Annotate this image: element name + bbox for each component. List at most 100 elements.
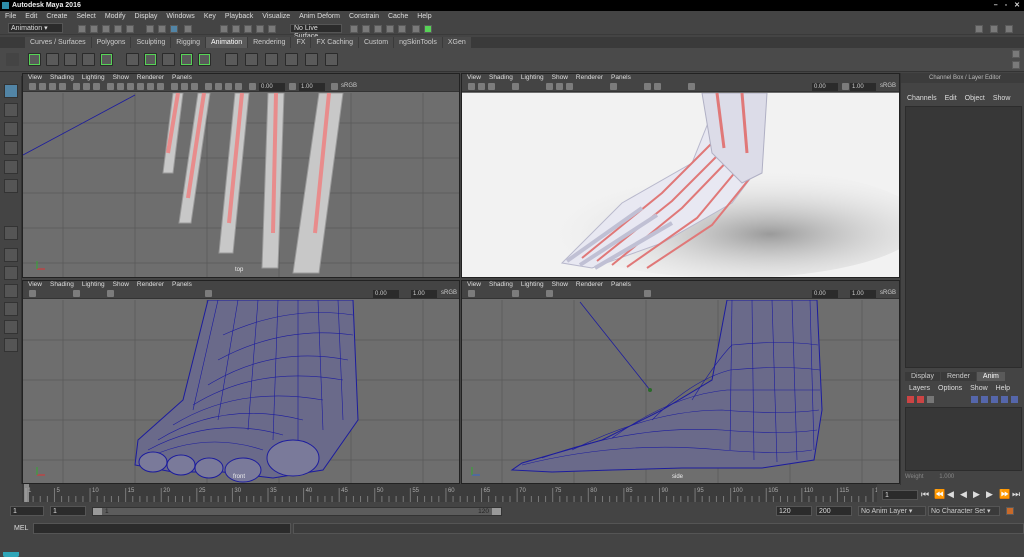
color-management-icon[interactable] — [331, 83, 338, 90]
tab-ngskintools[interactable]: ngSkinTools — [394, 37, 442, 48]
new-layer-icon[interactable] — [991, 396, 998, 403]
camera-attributes-icon[interactable] — [478, 83, 485, 90]
tab-rigging[interactable]: Rigging — [171, 37, 205, 48]
grid-icon[interactable] — [512, 83, 519, 90]
xray-icon[interactable] — [215, 83, 222, 90]
tab-fx[interactable]: FX — [291, 37, 311, 48]
gamma-icon[interactable] — [289, 83, 296, 90]
isolate-select-icon[interactable] — [644, 83, 651, 90]
time-slider[interactable]: 1 5 10 15 20 25 30 35 40 45 50 55 60 65 70 75 80 85 90 95 10… — [22, 484, 886, 502]
exposure-icon[interactable] — [249, 83, 256, 90]
redo-icon[interactable] — [126, 25, 134, 33]
gamma-field[interactable]: 1.00 — [411, 290, 437, 298]
attribute-editor-toggle-icon[interactable] — [990, 25, 998, 33]
camera-icon[interactable] — [29, 83, 36, 90]
graph-layout-icon[interactable] — [4, 338, 18, 352]
new-scene-icon[interactable] — [78, 25, 86, 33]
camera-icon[interactable] — [468, 83, 475, 90]
persp-graph-layout-icon[interactable] — [4, 284, 18, 298]
viewport-menu-view[interactable]: View — [28, 281, 42, 289]
bind-skin-icon[interactable] — [265, 53, 278, 66]
live-surface-field[interactable]: No Live Surface — [290, 24, 342, 40]
viewport-menu-renderer[interactable]: Renderer — [137, 74, 164, 82]
mel-label[interactable]: MEL — [14, 524, 28, 533]
color-space-label[interactable]: sRGB — [441, 290, 457, 296]
save-scene-icon[interactable] — [102, 25, 110, 33]
menu-file[interactable]: File — [5, 11, 16, 22]
menu-set-dropdown[interactable]: Animation ▾ — [8, 23, 63, 33]
step-forward-key-button[interactable]: ⏩ — [999, 489, 1010, 500]
shelf-menu-icon[interactable] — [6, 53, 19, 66]
viewport-menu-panels[interactable]: Panels — [611, 281, 631, 289]
viewport-menu-lighting[interactable]: Lighting — [82, 74, 105, 82]
gamma-field[interactable]: 1.00 — [299, 83, 325, 91]
exposure-field[interactable]: 0.00 — [812, 83, 838, 91]
exposure-field[interactable]: 0.00 — [373, 290, 399, 298]
anim-layer-dropdown[interactable]: No Anim Layer ▾ — [858, 506, 926, 516]
range-slider[interactable]: 1 120 — [92, 507, 502, 516]
open-scene-icon[interactable] — [90, 25, 98, 33]
menu-visualize[interactable]: Visualize — [262, 11, 290, 22]
viewport-persp-canvas[interactable] — [462, 92, 899, 277]
antialiasing-icon[interactable] — [181, 83, 188, 90]
viewport-side-canvas[interactable]: side — [462, 299, 899, 483]
rotate-tool-icon[interactable] — [4, 160, 18, 174]
motion-trail-icon[interactable] — [82, 53, 95, 66]
snap-surface-icon[interactable] — [268, 25, 276, 33]
render-icon[interactable] — [350, 25, 358, 33]
key-layer-icon[interactable] — [917, 396, 924, 403]
viewport-persp[interactable]: View Shading Lighting Show Renderer Pane… — [461, 73, 900, 278]
wireframe-icon[interactable] — [107, 290, 114, 297]
bookmark-icon[interactable] — [488, 83, 495, 90]
step-back-frame-button[interactable]: ◀ — [947, 489, 954, 500]
ambient-occlusion-icon[interactable] — [171, 83, 178, 90]
gamma-field[interactable]: 1.00 — [850, 83, 876, 91]
menu-windows[interactable]: Windows — [166, 11, 194, 22]
tab-curves-surfaces[interactable]: Curves / Surfaces — [25, 37, 91, 48]
playback-end-field[interactable]: 120 — [776, 506, 812, 516]
lasso-tool-icon[interactable] — [4, 103, 18, 117]
render-settings-icon[interactable] — [374, 25, 382, 33]
viewport-menu-show[interactable]: Show — [552, 74, 568, 82]
viewport-front-canvas[interactable]: front — [23, 299, 459, 483]
go-to-end-button[interactable]: ⏭ — [1012, 489, 1020, 500]
isolate-select-icon[interactable] — [644, 290, 651, 297]
move-layer-down-icon[interactable] — [981, 396, 988, 403]
new-layer-selected-icon[interactable] — [1001, 396, 1008, 403]
tab-animation[interactable]: Animation — [205, 37, 248, 48]
camera-icon[interactable] — [29, 290, 36, 297]
range-end-handle[interactable] — [492, 508, 501, 515]
viewport-menu-show[interactable]: Show — [113, 281, 129, 289]
menu-anim-deform[interactable]: Anim Deform — [299, 11, 340, 22]
mirror-weights-icon[interactable] — [305, 53, 318, 66]
gamma-field[interactable]: 1.00 — [850, 290, 876, 298]
tab-fx-caching[interactable]: FX Caching — [311, 37, 358, 48]
move-tool-icon[interactable] — [4, 141, 18, 155]
select-object-icon[interactable] — [158, 25, 166, 33]
viewport-menu-shading[interactable]: Shading — [489, 74, 513, 82]
wireframe-icon[interactable] — [546, 83, 553, 90]
snap-curve-icon[interactable] — [232, 25, 240, 33]
scene-start-field[interactable]: 1 — [10, 506, 44, 516]
layer-menu-layers[interactable]: Layers — [909, 385, 930, 392]
film-gate-icon[interactable] — [83, 83, 90, 90]
snap-view-icon[interactable] — [256, 25, 264, 33]
resolution-gate-icon[interactable] — [93, 83, 100, 90]
tab-render[interactable]: Render — [940, 372, 976, 381]
undo-icon[interactable] — [114, 25, 122, 33]
color-space-label[interactable]: sRGB — [880, 290, 896, 296]
layer-menu-help[interactable]: Help — [996, 385, 1010, 392]
shadows-icon[interactable] — [157, 83, 164, 90]
menu-modify[interactable]: Modify — [105, 11, 126, 22]
viewport-menu-shading[interactable]: Shading — [489, 281, 513, 289]
paint-select-tool-icon[interactable] — [4, 122, 18, 136]
textured-icon[interactable] — [137, 83, 144, 90]
move-layer-up-icon[interactable] — [971, 396, 978, 403]
viewport-menu-renderer[interactable]: Renderer — [576, 74, 603, 82]
viewport-menu-lighting[interactable]: Lighting — [82, 281, 105, 289]
snap-point-icon[interactable] — [244, 25, 252, 33]
new-layer-override-icon[interactable] — [1011, 396, 1018, 403]
viewport-menu-show[interactable]: Show — [113, 74, 129, 82]
playblast-icon[interactable] — [100, 53, 113, 66]
viewport-menu-lighting[interactable]: Lighting — [521, 74, 544, 82]
